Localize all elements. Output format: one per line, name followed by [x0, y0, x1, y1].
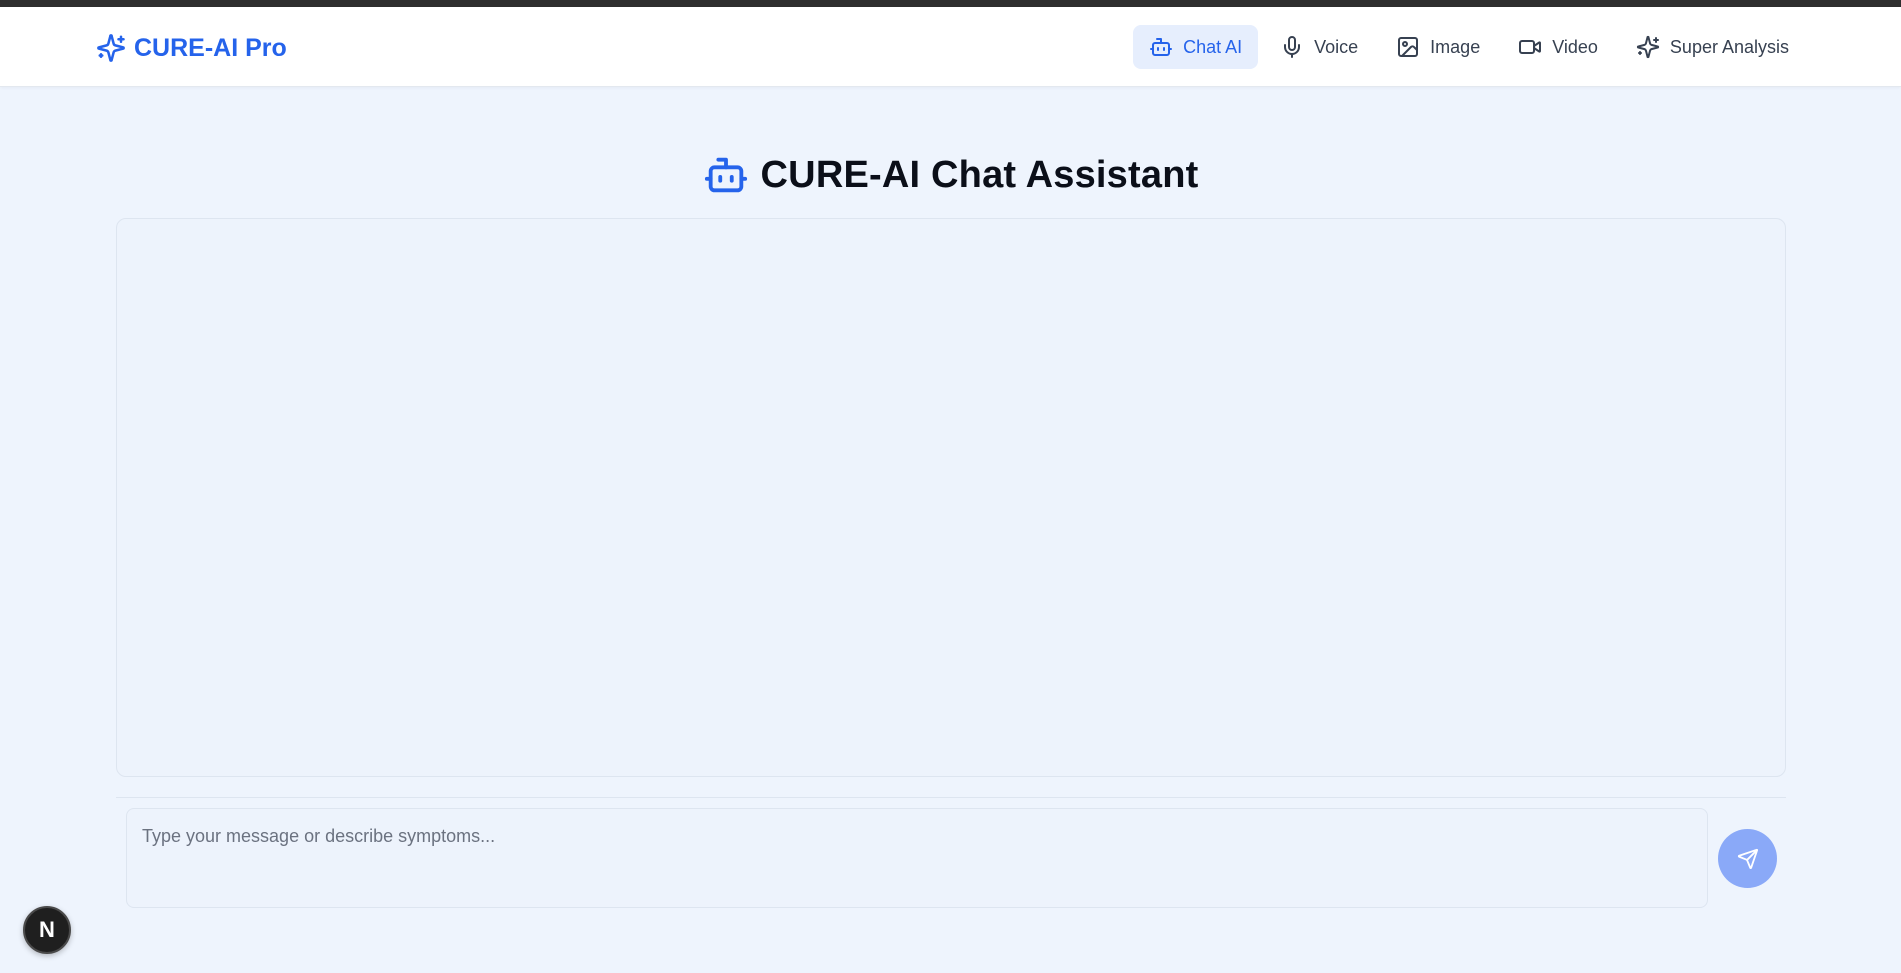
nav-item-video[interactable]: Video: [1502, 25, 1614, 69]
main-nav: Chat AI Voice Image Video Super Analysis: [1133, 25, 1805, 69]
sparkles-icon: [1636, 35, 1660, 59]
nav-item-label: Video: [1552, 36, 1598, 57]
chat-messages-panel[interactable]: [116, 218, 1786, 777]
send-icon: [1737, 848, 1758, 869]
page-title: CURE-AI Chat Assistant: [760, 153, 1199, 196]
top-window-strip: [0, 0, 1901, 7]
dev-badge-label: N: [39, 917, 55, 942]
nav-item-voice[interactable]: Voice: [1264, 25, 1374, 69]
composer-divider: [116, 797, 1786, 798]
bot-icon: [1150, 38, 1173, 56]
nav-item-label: Chat AI: [1183, 36, 1243, 57]
nav-item-label: Image: [1430, 36, 1481, 57]
nav-item-image[interactable]: Image: [1380, 25, 1496, 69]
video-icon: [1519, 40, 1542, 54]
app-header: CURE-AI Pro Chat AI Voice Image Video Su…: [0, 7, 1901, 87]
page-title-row: CURE-AI Chat Assistant: [0, 152, 1901, 198]
send-button[interactable]: [1718, 829, 1777, 888]
nav-item-label: Voice: [1314, 36, 1359, 57]
nav-item-label: Super Analysis: [1669, 36, 1789, 57]
image-icon: [1398, 37, 1419, 57]
dev-tools-badge[interactable]: N: [23, 906, 71, 954]
nav-item-chat-ai[interactable]: Chat AI: [1133, 25, 1259, 69]
message-input[interactable]: [126, 808, 1708, 908]
microphone-icon: [1284, 36, 1301, 58]
brand-name: CURE-AI Pro: [134, 33, 287, 62]
bot-icon: [704, 157, 747, 193]
nav-item-super-analysis[interactable]: Super Analysis: [1620, 25, 1805, 69]
brand-logo[interactable]: CURE-AI Pro: [96, 31, 287, 65]
sparkles-icon: [97, 34, 125, 62]
